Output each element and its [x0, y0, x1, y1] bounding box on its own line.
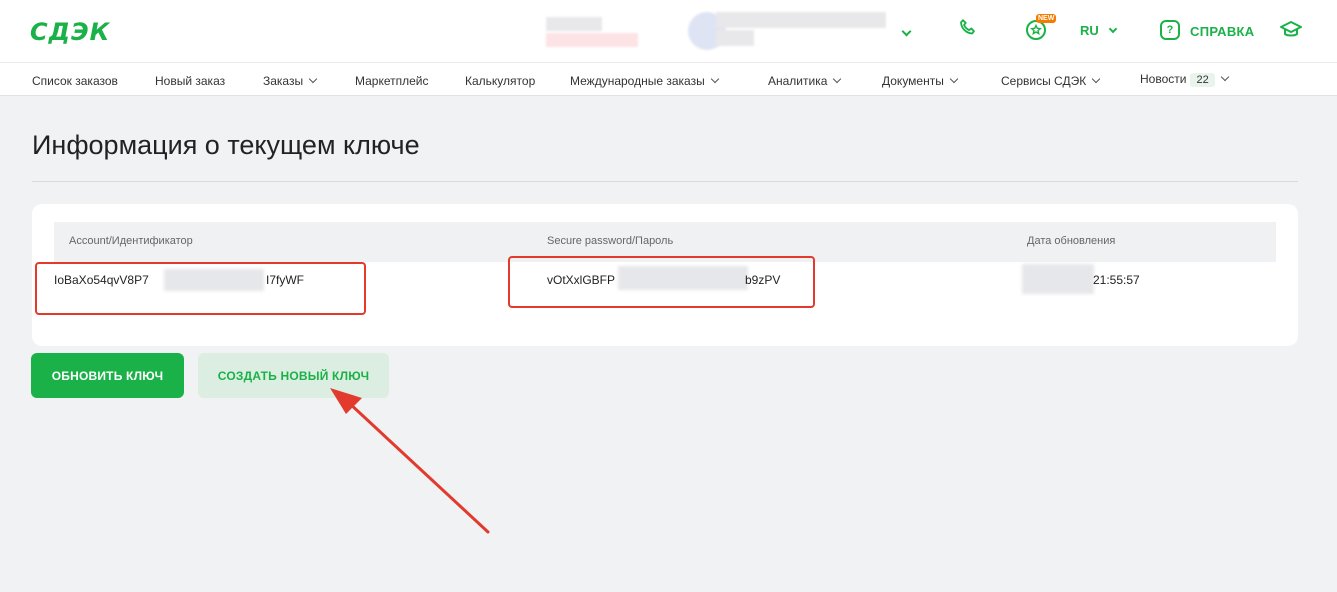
- annotation-arrow-icon: [330, 388, 490, 534]
